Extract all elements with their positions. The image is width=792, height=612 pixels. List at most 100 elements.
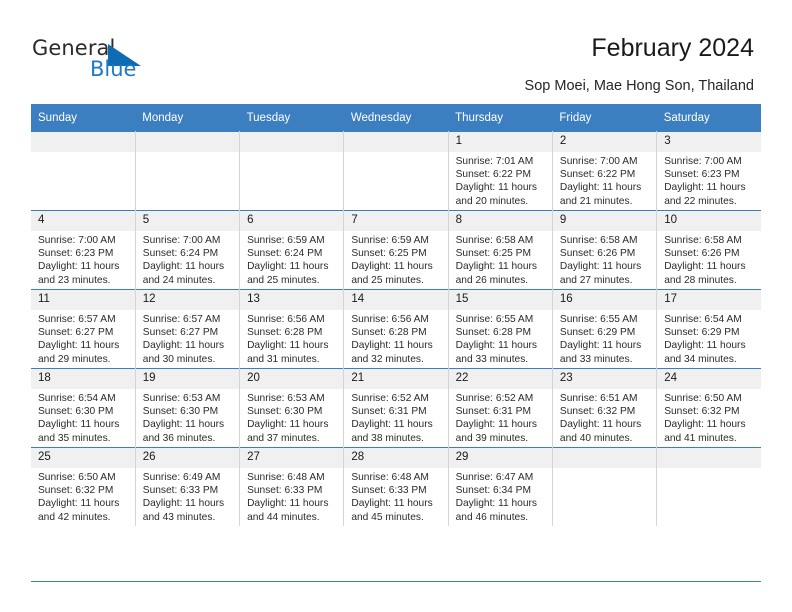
- calendar-day-cell[interactable]: 29 Sunrise: 6:47 AM Sunset: 6:34 PM Dayligh…: [448, 447, 553, 526]
- calendar-day-cell[interactable]: 22 Sunrise: 6:52 AM Sunset: 6:31 PM Dayligh…: [448, 368, 553, 448]
- calendar-day-cell[interactable]: 6 Sunrise: 6:59 AM Sunset: 6:24 PM Daylight…: [239, 210, 345, 290]
- calendar-day-number: 6: [240, 211, 344, 231]
- sunset-text: Sunset: 6:24 PM: [142, 248, 219, 260]
- daylight-text: Daylight: 11 hours and 41 minutes.: [664, 419, 746, 444]
- calendar-day-cell[interactable]: 7 Sunrise: 6:59 AM Sunset: 6:25 PM Daylight…: [343, 210, 449, 290]
- calendar-day-cell[interactable]: 15 Sunrise: 6:55 AM Sunset: 6:28 PM Dayligh…: [448, 289, 553, 369]
- calendar-day-cell[interactable]: 10 Sunrise: 6:58 AM Sunset: 6:26 PM Dayligh…: [656, 210, 761, 290]
- calendar-day-details: Sunrise: 6:56 AM Sunset: 6:28 PM Daylight:…: [240, 310, 343, 366]
- calendar-day-number: 17: [657, 290, 761, 310]
- sunrise-text: Sunrise: 6:58 AM: [559, 235, 638, 246]
- calendar-day-cell[interactable]: 24 Sunrise: 6:50 AM Sunset: 6:32 PM Dayligh…: [656, 368, 761, 448]
- brand-logo: General Blue: [32, 36, 212, 86]
- sunset-text: Sunset: 6:22 PM: [559, 169, 636, 181]
- daylight-text: Daylight: 11 hours and 21 minutes.: [559, 182, 642, 207]
- calendar-day-cell[interactable]: 26 Sunrise: 6:49 AM Sunset: 6:33 PM Dayligh…: [135, 447, 241, 526]
- sunset-text: Sunset: 6:34 PM: [455, 485, 531, 497]
- page-title: February 2024: [591, 34, 754, 62]
- calendar-day-details: Sunrise: 6:53 AM Sunset: 6:30 PM Daylight:…: [136, 389, 239, 445]
- calendar-day-cell[interactable]: 19 Sunrise: 6:53 AM Sunset: 6:30 PM Dayligh…: [135, 368, 241, 448]
- sunrise-text: Sunrise: 6:55 AM: [455, 314, 534, 325]
- calendar-day-cell[interactable]: 25 Sunrise: 6:50 AM Sunset: 6:32 PM Dayligh…: [31, 447, 136, 526]
- calendar-day-number: 20: [240, 369, 344, 389]
- sunset-text: Sunset: 6:31 PM: [455, 406, 531, 418]
- sunrise-text: Sunrise: 7:01 AM: [455, 156, 534, 167]
- calendar-day-number: [657, 448, 761, 468]
- daylight-text: Daylight: 11 hours and 38 minutes.: [351, 419, 433, 444]
- calendar-day-cell[interactable]: 8 Sunrise: 6:58 AM Sunset: 6:25 PM Daylight…: [448, 210, 553, 290]
- calendar-day-cell[interactable]: 23 Sunrise: 6:51 AM Sunset: 6:32 PM Dayligh…: [552, 368, 658, 448]
- calendar-day-cell[interactable]: 5 Sunrise: 7:00 AM Sunset: 6:24 PM Daylight…: [135, 210, 241, 290]
- calendar-day-cell[interactable]: 18 Sunrise: 6:54 AM Sunset: 6:30 PM Dayligh…: [31, 368, 136, 448]
- sunrise-text: Sunrise: 6:48 AM: [351, 472, 429, 483]
- weekday-header-tuesday: Tuesday: [239, 104, 344, 132]
- sunset-text: Sunset: 6:24 PM: [247, 248, 323, 260]
- sunrise-text: Sunrise: 6:54 AM: [38, 393, 116, 404]
- calendar-day-number: 27: [240, 448, 344, 468]
- calendar-week-row: 18 Sunrise: 6:54 AM Sunset: 6:30 PM Dayligh…: [31, 368, 761, 448]
- calendar-day-details: Sunrise: 6:48 AM Sunset: 6:33 PM Daylight:…: [240, 468, 343, 524]
- daylight-text: Daylight: 11 hours and 33 minutes.: [559, 340, 642, 365]
- calendar-day-number: 9: [552, 211, 657, 231]
- calendar-day-number: 10: [657, 211, 761, 231]
- calendar-day-details: Sunrise: 6:59 AM Sunset: 6:25 PM Daylight:…: [344, 231, 447, 287]
- calendar-day-cell[interactable]: 12 Sunrise: 6:57 AM Sunset: 6:27 PM Dayligh…: [135, 289, 241, 369]
- calendar-day-cell-empty: [135, 131, 241, 211]
- calendar-day-details: Sunrise: 7:00 AM Sunset: 6:23 PM Daylight:…: [657, 152, 761, 208]
- sunset-text: Sunset: 6:28 PM: [455, 327, 531, 339]
- daylight-text: Daylight: 11 hours and 25 minutes.: [247, 261, 329, 286]
- sunset-text: Sunset: 6:30 PM: [38, 406, 114, 418]
- sunrise-text: Sunrise: 6:57 AM: [38, 314, 116, 325]
- daylight-text: Daylight: 11 hours and 27 minutes.: [559, 261, 642, 286]
- daylight-text: Daylight: 11 hours and 36 minutes.: [142, 419, 225, 444]
- calendar-day-details: Sunrise: 6:52 AM Sunset: 6:31 PM Daylight:…: [449, 389, 552, 445]
- calendar-day-cell[interactable]: 4 Sunrise: 7:00 AM Sunset: 6:23 PM Daylight…: [31, 210, 136, 290]
- calendar-day-cell[interactable]: 28 Sunrise: 6:48 AM Sunset: 6:33 PM Dayligh…: [343, 447, 449, 526]
- calendar-day-details: Sunrise: 6:51 AM Sunset: 6:32 PM Daylight:…: [553, 389, 656, 445]
- calendar-week-row: 11 Sunrise: 6:57 AM Sunset: 6:27 PM Dayligh…: [31, 289, 761, 369]
- sunset-text: Sunset: 6:29 PM: [664, 327, 740, 339]
- weekday-header-sunday: Sunday: [31, 104, 136, 132]
- calendar-day-number: [344, 132, 448, 152]
- calendar-day-number: 22: [448, 369, 552, 389]
- sunrise-text: Sunrise: 6:56 AM: [247, 314, 325, 325]
- calendar-day-number: 4: [31, 211, 135, 231]
- daylight-text: Daylight: 11 hours and 37 minutes.: [247, 419, 329, 444]
- sunrise-text: Sunrise: 6:50 AM: [38, 472, 116, 483]
- calendar-day-number: 19: [135, 369, 240, 389]
- weekday-header-friday: Friday: [552, 104, 657, 132]
- sunset-text: Sunset: 6:32 PM: [559, 406, 636, 418]
- calendar-week-row: 4 Sunrise: 7:00 AM Sunset: 6:23 PM Daylight…: [31, 210, 761, 290]
- calendar-day-cell[interactable]: 3 Sunrise: 7:00 AM Sunset: 6:23 PM Daylight…: [656, 131, 761, 211]
- calendar-day-number: 1: [448, 132, 552, 152]
- calendar-day-cell[interactable]: 17 Sunrise: 6:54 AM Sunset: 6:29 PM Dayligh…: [656, 289, 761, 369]
- calendar-day-cell[interactable]: 1 Sunrise: 7:01 AM Sunset: 6:22 PM Daylight…: [448, 131, 553, 211]
- calendar-day-details: Sunrise: 6:50 AM Sunset: 6:32 PM Daylight:…: [657, 389, 761, 445]
- calendar-day-cell[interactable]: 14 Sunrise: 6:56 AM Sunset: 6:28 PM Dayligh…: [343, 289, 449, 369]
- calendar-day-cell[interactable]: 20 Sunrise: 6:53 AM Sunset: 6:30 PM Dayligh…: [239, 368, 345, 448]
- calendar-day-cell[interactable]: 16 Sunrise: 6:55 AM Sunset: 6:29 PM Dayligh…: [552, 289, 658, 369]
- calendar-day-details: Sunrise: 6:56 AM Sunset: 6:28 PM Daylight:…: [344, 310, 447, 366]
- calendar-day-cell[interactable]: 11 Sunrise: 6:57 AM Sunset: 6:27 PM Dayligh…: [31, 289, 136, 369]
- calendar-day-details: Sunrise: 6:50 AM Sunset: 6:32 PM Daylight:…: [31, 468, 135, 524]
- daylight-text: Daylight: 11 hours and 40 minutes.: [559, 419, 642, 444]
- daylight-text: Daylight: 11 hours and 42 minutes.: [38, 498, 120, 523]
- sunrise-text: Sunrise: 6:51 AM: [559, 393, 638, 404]
- daylight-text: Daylight: 11 hours and 22 minutes.: [664, 182, 746, 207]
- calendar-day-details: Sunrise: 6:58 AM Sunset: 6:26 PM Daylight:…: [657, 231, 761, 287]
- calendar-day-cell[interactable]: 9 Sunrise: 6:58 AM Sunset: 6:26 PM Daylight…: [552, 210, 658, 290]
- daylight-text: Daylight: 11 hours and 23 minutes.: [38, 261, 120, 286]
- sunrise-text: Sunrise: 7:00 AM: [559, 156, 638, 167]
- sunset-text: Sunset: 6:27 PM: [142, 327, 219, 339]
- calendar-day-details: Sunrise: 6:55 AM Sunset: 6:28 PM Daylight:…: [449, 310, 552, 366]
- sunrise-text: Sunrise: 7:00 AM: [38, 235, 116, 246]
- calendar-day-cell[interactable]: 2 Sunrise: 7:00 AM Sunset: 6:22 PM Daylight…: [552, 131, 658, 211]
- calendar-day-cell[interactable]: 27 Sunrise: 6:48 AM Sunset: 6:33 PM Dayligh…: [239, 447, 345, 526]
- calendar-day-cell[interactable]: 13 Sunrise: 6:56 AM Sunset: 6:28 PM Dayligh…: [239, 289, 345, 369]
- daylight-text: Daylight: 11 hours and 34 minutes.: [664, 340, 746, 365]
- calendar-day-cell-empty: [343, 131, 449, 211]
- sunrise-text: Sunrise: 6:58 AM: [664, 235, 742, 246]
- sunset-text: Sunset: 6:33 PM: [247, 485, 323, 497]
- sunset-text: Sunset: 6:33 PM: [351, 485, 427, 497]
- calendar-day-cell[interactable]: 21 Sunrise: 6:52 AM Sunset: 6:31 PM Dayligh…: [343, 368, 449, 448]
